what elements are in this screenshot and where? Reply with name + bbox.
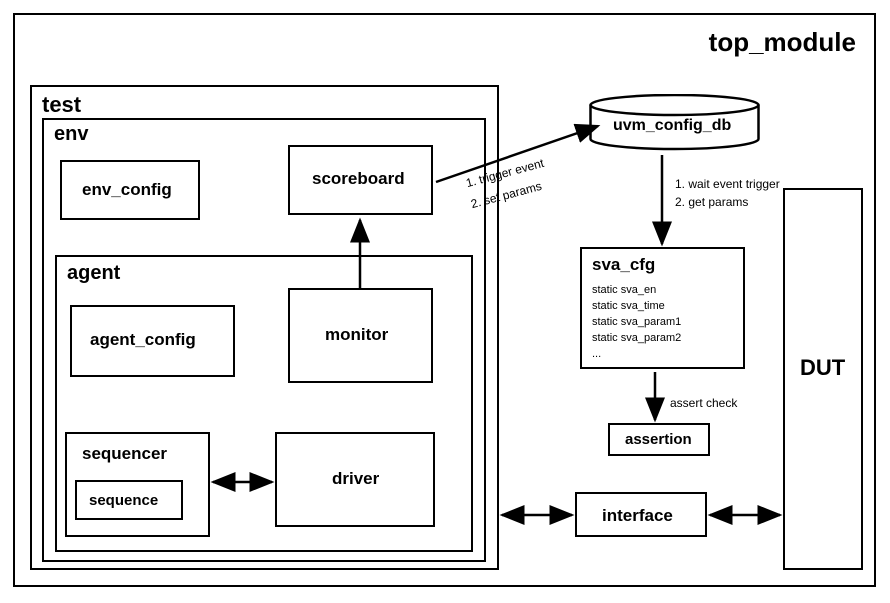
agent-config-box: agent_config (70, 305, 235, 377)
agent-label: agent (67, 262, 120, 285)
db-to-sva-text2: 2. get params (675, 194, 748, 211)
uvm-config-db-cylinder: uvm_config_db (588, 94, 761, 152)
assert-check-text: assert check (670, 395, 737, 412)
sva-cfg-line4: static sva_param2 (592, 331, 681, 346)
sva-cfg-line2: static sva_time (592, 299, 665, 314)
interface-label: interface (602, 506, 673, 526)
env-label: env (54, 123, 88, 146)
assertion-box: assertion (608, 423, 710, 456)
monitor-box: monitor (288, 288, 433, 383)
uvm-config-db-label: uvm_config_db (613, 117, 731, 135)
sequence-box: sequence (75, 480, 183, 520)
interface-box: interface (575, 492, 707, 537)
sequencer-label: sequencer (82, 444, 167, 464)
sva-cfg-label: sva_cfg (592, 255, 655, 275)
agent-config-label: agent_config (90, 330, 196, 350)
db-to-sva-text1: 1. wait event trigger (675, 176, 780, 193)
sva-cfg-line1: static sva_en (592, 283, 656, 298)
driver-label: driver (332, 469, 379, 489)
top-module-label: top_module (709, 27, 856, 58)
test-label: test (42, 92, 81, 118)
sva-cfg-box: sva_cfg static sva_en static sva_time st… (580, 247, 745, 369)
dut-label: DUT (800, 355, 845, 381)
sva-cfg-line5: ... (592, 347, 601, 362)
scoreboard-box: scoreboard (288, 145, 433, 215)
env-config-label: env_config (82, 180, 172, 200)
dut-box: DUT (783, 188, 863, 570)
monitor-label: monitor (325, 325, 388, 345)
sequence-label: sequence (89, 492, 158, 509)
assertion-label: assertion (625, 431, 692, 448)
driver-box: driver (275, 432, 435, 527)
scoreboard-label: scoreboard (312, 169, 405, 189)
env-config-box: env_config (60, 160, 200, 220)
sva-cfg-line3: static sva_param1 (592, 315, 681, 330)
